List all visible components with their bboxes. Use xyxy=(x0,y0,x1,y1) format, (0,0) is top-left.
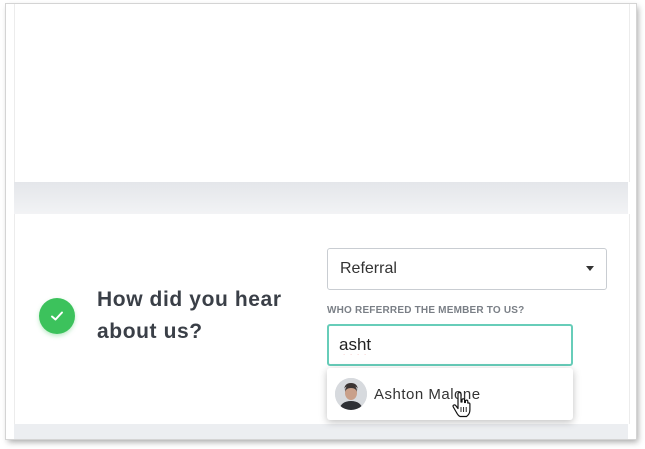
caret-down-icon xyxy=(586,266,594,271)
avatar xyxy=(335,378,367,410)
check-icon xyxy=(51,311,63,321)
source-select-value: Referral xyxy=(340,260,397,277)
referrer-suggestions: Ashton Malone xyxy=(327,368,573,420)
previous-card xyxy=(14,4,630,182)
card-separator-bottom xyxy=(14,424,628,439)
completed-check-icon xyxy=(39,298,75,334)
hand-pointer-icon xyxy=(452,392,471,418)
question-line-2: about us? xyxy=(97,320,203,343)
question-line-1: How did you hear xyxy=(97,288,282,311)
question-heading: How did you hear about us? xyxy=(97,284,307,348)
referrer-field-label: WHO REFERRED THE MEMBER TO US? xyxy=(327,305,525,316)
card-separator xyxy=(14,182,628,214)
suggestion-item[interactable]: Ashton Malone xyxy=(327,374,573,414)
person-avatar-icon xyxy=(335,378,367,410)
referrer-search-input[interactable] xyxy=(327,324,573,366)
source-select[interactable]: Referral xyxy=(327,248,607,290)
